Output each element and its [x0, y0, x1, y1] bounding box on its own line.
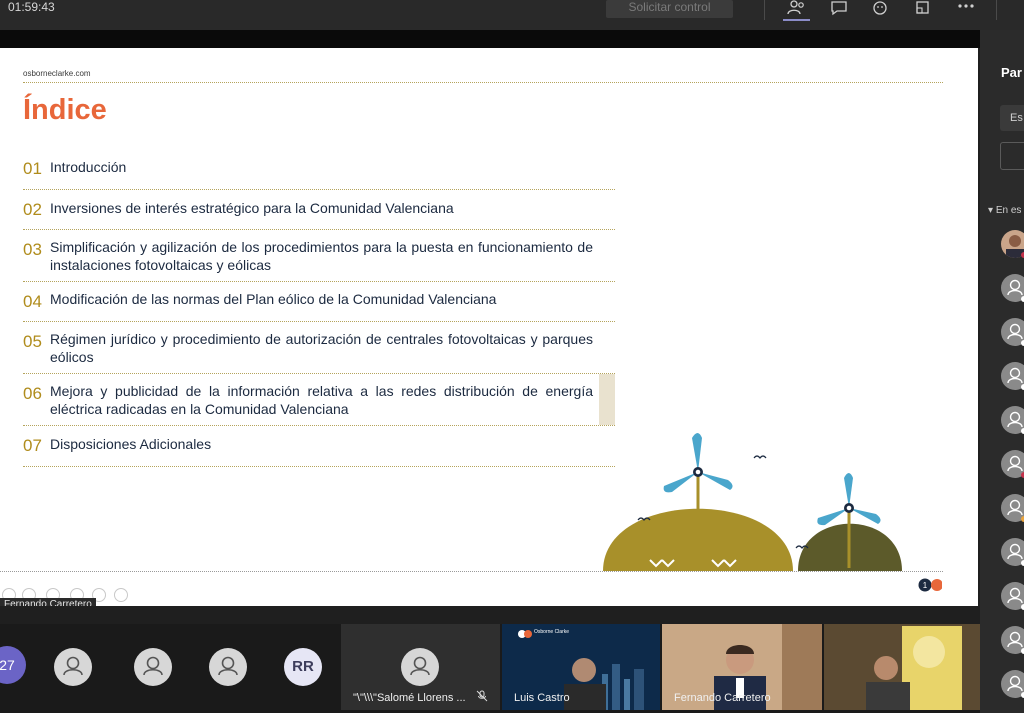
turbine-hub-center: [695, 469, 701, 475]
participants-section-header[interactable]: ▾ En es: [988, 205, 1021, 216]
mic-off-icon: [476, 690, 488, 702]
slide-title: Índice: [23, 94, 107, 126]
table-of-contents: 01 Introducción 02 Inversiones de interé…: [23, 148, 615, 467]
toc-item-number: 01: [23, 159, 42, 178]
stage-bottom-margin: [0, 606, 980, 624]
participants-panel: Par Es ▾ En es: [980, 30, 1024, 713]
participant-avatar[interactable]: [134, 648, 172, 686]
toc-item: 05 Régimen jurídico y procedimiento de a…: [23, 322, 615, 374]
reactions-icon[interactable]: [870, 0, 892, 16]
people-icon[interactable]: [785, 0, 807, 16]
meeting-timer: 01:59:43: [8, 0, 55, 14]
participant-video-tile[interactable]: Fernando Carretero: [662, 624, 822, 710]
request-control-button[interactable]: Solicitar control: [606, 0, 733, 18]
more-options-icon[interactable]: [955, 0, 977, 16]
turbine-blade: [849, 508, 881, 524]
toc-item-text: Simplificación y agilización de los proc…: [50, 239, 593, 273]
slide-site-url: osborneclarke.com: [23, 69, 91, 78]
toc-item-highlighted: 06 Mejora y publicidad de la información…: [23, 374, 615, 426]
chat-icon[interactable]: [828, 0, 850, 16]
toc-item: 04 Modificación de las normas del Plan e…: [23, 282, 615, 322]
people-active-indicator: [783, 19, 810, 21]
toolbar-divider: [996, 0, 997, 20]
toc-item-number: 07: [23, 436, 42, 455]
toc-item-number: 03: [23, 240, 42, 259]
toc-item-text: Régimen jurídico y procedimiento de auto…: [50, 331, 593, 365]
meeting-toolbar: 01:59:43 Solicitar control: [0, 0, 1024, 30]
toc-item: 03 Simplificación y agilización de los p…: [23, 230, 615, 282]
participant-avatar[interactable]: [209, 648, 247, 686]
rooms-icon[interactable]: [912, 0, 934, 16]
toolbar-divider: [764, 0, 765, 20]
stage-top-margin: [0, 30, 980, 48]
participants-search-input[interactable]: Es: [1000, 105, 1024, 131]
toc-item: 01 Introducción: [23, 148, 615, 190]
turbine-blade: [692, 433, 702, 472]
turbine-blade: [663, 472, 698, 493]
participant-name: Luis Castro: [514, 692, 570, 704]
overflow-participants-avatar[interactable]: 27: [0, 646, 26, 684]
participant-video-tile[interactable]: [824, 624, 980, 710]
osborne-clarke-logo: 1: [918, 578, 942, 592]
participants-panel-title: Par: [1001, 65, 1022, 80]
toc-item-text: Modificación de las normas del Plan eóli…: [50, 291, 497, 307]
video-feed-graphic: [824, 624, 980, 710]
participant-name: "\"\\\"Salomé Llorens ...: [353, 692, 466, 704]
turbine-blade: [844, 473, 853, 508]
participants-action-button[interactable]: [1000, 142, 1024, 170]
toc-item-number: 02: [23, 200, 42, 219]
shared-presentation-slide: osborneclarke.com Índice 01 Introducción…: [0, 48, 978, 606]
participant-avatar[interactable]: [54, 648, 92, 686]
turbine-blade: [698, 472, 733, 490]
bird-icon: [753, 455, 767, 459]
participants-section-label: En es: [995, 205, 1022, 216]
participant-video-tile[interactable]: Osborne Clarke Luis Castro: [502, 624, 660, 710]
participant-tile[interactable]: "\"\\\"Salomé Llorens ...: [341, 624, 500, 710]
video-logo-text: Osborne Clarke: [534, 629, 569, 635]
slide-page-number: 1: [923, 581, 928, 590]
toc-item-text: Disposiciones Adicionales: [50, 436, 212, 452]
turbine-blade: [817, 508, 849, 526]
turbine-hub-center: [846, 505, 852, 511]
presenter-name-tag: Fernando Carretero: [0, 598, 96, 606]
participant-initials-avatar[interactable]: RR: [284, 648, 322, 686]
slide-bottom-rule: [0, 571, 943, 572]
toc-item-text: Introducción: [50, 159, 127, 175]
toc-item-text: Inversiones de interés estratégico para …: [50, 200, 454, 216]
toc-item: 07 Disposiciones Adicionales: [23, 426, 615, 467]
wind-turbine-illustration: [603, 433, 902, 571]
toc-item: 02 Inversiones de interés estratégico pa…: [23, 190, 615, 230]
toc-item-number: 05: [23, 332, 42, 351]
toc-item-number: 06: [23, 384, 42, 403]
slide-more-icon[interactable]: [114, 588, 128, 602]
toc-item-text: Mejora y publicidad de la información re…: [50, 383, 593, 417]
participant-gallery: 27 RR "\"\\\"Salomé Llorens ... Osborne …: [0, 624, 980, 713]
toc-item-number: 04: [23, 292, 42, 311]
participant-avatar: [401, 648, 439, 686]
participant-name: Fernando Carretero: [674, 692, 771, 704]
slide-top-rule: [23, 82, 943, 83]
